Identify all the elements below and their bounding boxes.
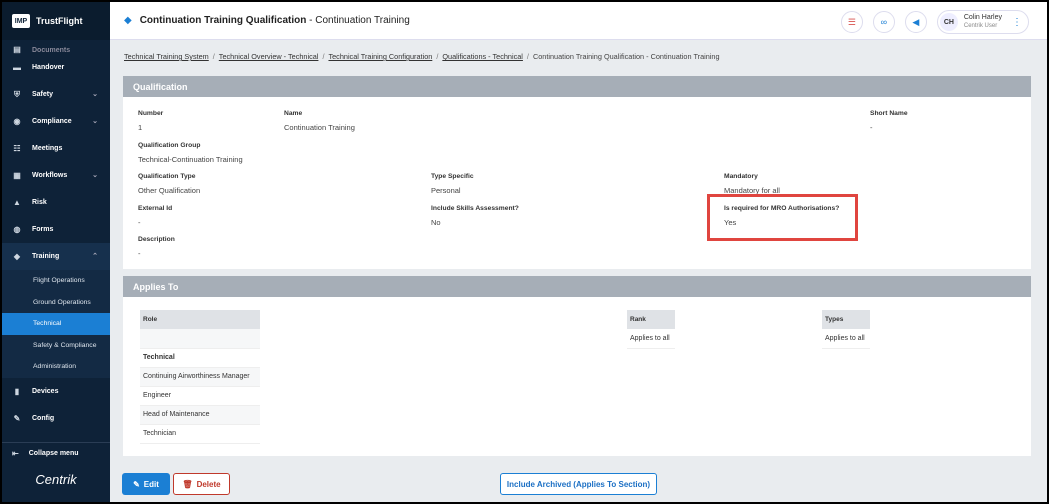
top-bar: ◆ Continuation Training Qualification - … <box>110 2 1047 40</box>
collapse-menu-button[interactable]: ⇤ Collapse menu <box>2 442 110 464</box>
breadcrumb-current: Continuation Training Qualification - Co… <box>532 52 720 61</box>
sidebar-nav: ▤ Documents ▬ Handover ⛨ Safety ⌄ ◉ Complianc… <box>2 40 110 432</box>
description-field: Description - <box>138 236 175 258</box>
workflows-icon: ▦ <box>13 171 21 180</box>
chevron-down-icon: ⌄ <box>92 172 98 179</box>
megaphone-icon[interactable]: ◀ <box>904 11 927 33</box>
user-menu[interactable]: CH Colin Harley Centrik User ⋮ <box>936 10 1029 34</box>
compliance-icon: ◉ <box>13 117 21 126</box>
applies-to-panel: Applies To Role Technical Continuing Air… <box>123 276 1031 456</box>
sidebar-item-forms[interactable]: ◍ Forms <box>2 216 110 243</box>
delete-button[interactable]: 🗑 Delete <box>173 473 230 495</box>
sidebar-item-safety[interactable]: ⛨ Safety ⌄ <box>2 81 110 108</box>
sidebar-subitem-ground-operations[interactable]: Ground Operations <box>2 291 110 313</box>
include-archived-button[interactable]: Include Archived (Applies To Section) <box>500 473 657 495</box>
mandatory-field: Mandatory Mandatory for all <box>724 173 780 195</box>
rank-header: Rank <box>627 310 675 329</box>
rank-value: Applies to all <box>627 329 675 349</box>
avatar: CH <box>939 13 958 31</box>
config-icon: ✎ <box>13 413 21 423</box>
qualification-type-field: Qualification Type Other Qualification <box>138 173 201 195</box>
imp-logo: IMP <box>12 14 30 28</box>
table-row: Engineer <box>140 386 260 406</box>
rank-table: Rank Applies to all <box>627 310 675 349</box>
training-icon: ◆ <box>13 252 21 261</box>
sidebar-item-devices[interactable]: ▮ Devices <box>2 378 110 405</box>
roles-table: Role Technical Continuing Airworthiness … <box>140 310 260 444</box>
user-name: Colin Harley <box>963 14 1002 21</box>
brand[interactable]: IMP TrustFlight <box>2 2 110 40</box>
more-vertical-icon[interactable]: ⋮ <box>1012 17 1022 28</box>
risk-icon: ▲ <box>13 198 21 207</box>
meetings-icon: ☷ <box>13 144 21 153</box>
chevron-down-icon: ⌄ <box>92 118 98 125</box>
breadcrumb-link[interactable]: Technical Training Configuration <box>328 52 432 61</box>
role-header: Role <box>140 310 260 329</box>
table-row: Technical <box>140 348 260 368</box>
user-role: Centrik User <box>963 23 998 29</box>
sidebar-item-config[interactable]: ✎ Config <box>2 405 110 432</box>
types-header: Types <box>822 310 870 329</box>
sidebar-subitem-safety-compliance[interactable]: Safety & Compliance <box>2 334 110 356</box>
applies-to-heading: Applies To <box>123 276 1031 297</box>
reports-icon[interactable]: ☰ <box>840 11 863 33</box>
breadcrumb-link[interactable]: Technical Overview - Technical <box>219 52 319 61</box>
table-row: Technician <box>140 424 260 444</box>
name-field: Name Continuation Training <box>284 110 355 132</box>
sidebar-item-compliance[interactable]: ◉ Compliance ⌄ <box>2 108 110 135</box>
handover-icon: ▬ <box>13 63 21 72</box>
app-window: IMP TrustFlight ▤ Documents ▬ Handover ⛨ Sa… <box>2 2 1047 502</box>
types-value: Applies to all <box>822 329 870 349</box>
breadcrumb: Technical Training System / Technical Over… <box>124 52 720 61</box>
number-field: Number 1 <box>138 110 164 132</box>
sidebar: IMP TrustFlight ▤ Documents ▬ Handover ⛨ Sa… <box>2 2 110 502</box>
centrik-logo: Centrik <box>35 472 77 487</box>
short-name-field: Short Name - <box>870 110 908 132</box>
sidebar-item-handover[interactable]: ▬ Handover <box>2 54 110 81</box>
edit-button[interactable]: ✎ Edit <box>122 473 170 495</box>
table-row: Head of Maintenance <box>140 405 260 425</box>
sidebar-item-risk[interactable]: ▲ Risk <box>2 189 110 216</box>
chevron-up-icon: ⌃ <box>92 253 98 260</box>
qualification-panel: Qualification Number 1 Name Continuation T… <box>123 76 1031 269</box>
table-row: Continuing Airworthiness Manager <box>140 367 260 387</box>
trash-icon: 🗑 <box>182 479 193 489</box>
devices-icon: ▮ <box>14 386 20 396</box>
sidebar-item-workflows[interactable]: ▦ Workflows ⌄ <box>2 162 110 189</box>
forms-icon: ◍ <box>13 225 21 234</box>
table-row <box>140 329 260 349</box>
qualification-heading: Qualification <box>123 76 1031 97</box>
sidebar-item-meetings[interactable]: ☷ Meetings <box>2 135 110 162</box>
qualification-group-field: Qualification Group Technical-Continuatio… <box>138 142 243 164</box>
chevron-down-icon: ⌄ <box>92 91 98 98</box>
shield-icon: ⛨ <box>14 89 20 99</box>
edit-icon: ✎ <box>133 479 140 489</box>
breadcrumb-link[interactable]: Technical Training System <box>124 52 209 61</box>
training-icon: ◆ <box>124 15 132 26</box>
header-actions: ☰ ∞ ◀ CH Colin Harley Centrik User ⋮ <box>831 10 1029 34</box>
skills-assessment-field: Include Skills Assessment? No <box>431 205 519 227</box>
sidebar-item-documents[interactable]: ▤ Documents <box>2 40 110 55</box>
external-id-field: External Id - <box>138 205 173 227</box>
link-icon[interactable]: ∞ <box>872 11 895 33</box>
sidebar-subitem-flight-operations[interactable]: Flight Operations <box>2 270 110 292</box>
documents-icon: ▤ <box>13 44 21 54</box>
sidebar-subitem-technical[interactable]: Technical <box>2 313 110 335</box>
sidebar-subitem-administration[interactable]: Administration <box>2 356 110 378</box>
type-specific-field: Type Specific Personal <box>431 173 474 195</box>
brand-name: TrustFlight <box>36 16 83 26</box>
sidebar-item-training[interactable]: ◆ Training ⌃ <box>2 243 110 270</box>
collapse-icon: ⇤ <box>12 449 19 458</box>
types-table: Types Applies to all <box>822 310 870 349</box>
page-title: Continuation Training Qualification - Co… <box>139 15 410 26</box>
highlight-box <box>707 194 858 241</box>
breadcrumb-link[interactable]: Qualifications - Technical <box>442 52 523 61</box>
